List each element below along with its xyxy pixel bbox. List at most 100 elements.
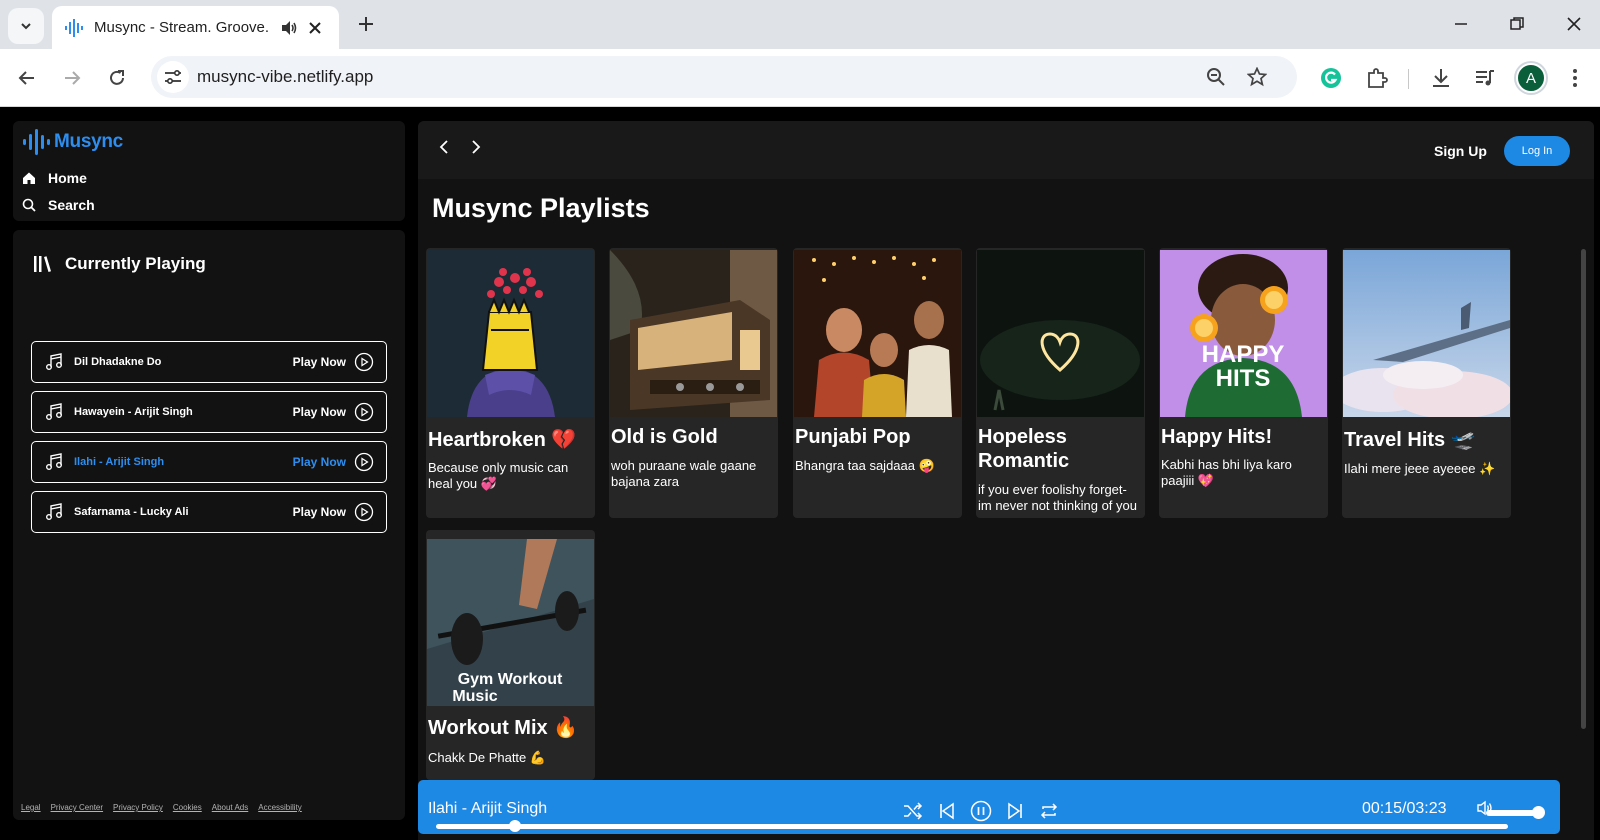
playlist-description: woh puraane wale gaane bajana zara bbox=[611, 458, 757, 489]
reload-icon bbox=[110, 70, 124, 85]
main-content: Sign Up Log In Musync Playlists Heartbro… bbox=[418, 121, 1594, 840]
window-close-button[interactable] bbox=[1559, 9, 1589, 39]
playlist-cover bbox=[427, 250, 594, 417]
currently-playing-label: Currently Playing bbox=[65, 254, 206, 273]
sign-up-button[interactable]: Sign Up bbox=[1434, 143, 1487, 159]
next-button[interactable] bbox=[1002, 798, 1028, 824]
queue-music-icon bbox=[1476, 70, 1494, 86]
footer-link-privacy-center[interactable]: Privacy Center bbox=[51, 803, 103, 812]
footer-link-about-ads[interactable]: About Ads bbox=[212, 803, 248, 812]
play-now-button[interactable]: Play Now bbox=[293, 405, 346, 419]
play-now-button[interactable]: Play Now bbox=[293, 455, 346, 469]
playlist-title: Workout Mix 🔥 bbox=[428, 717, 579, 739]
profile-avatar[interactable]: A bbox=[1516, 63, 1546, 93]
home-icon bbox=[23, 172, 35, 184]
volume-slider-handle[interactable] bbox=[1532, 806, 1546, 819]
chevron-left-icon bbox=[439, 140, 448, 154]
footer-link-cookies[interactable]: Cookies bbox=[173, 803, 202, 812]
forward-button[interactable] bbox=[57, 63, 87, 93]
play-circle-icon[interactable] bbox=[354, 452, 374, 472]
footer-links: Legal Privacy Center Privacy Policy Cook… bbox=[21, 803, 302, 812]
playlist-card[interactable]: Hopeless Romantic if you ever foolishy f… bbox=[976, 248, 1145, 518]
song-item[interactable]: Hawayein - Arijit Singh Play Now bbox=[31, 391, 387, 433]
log-in-button[interactable]: Log In bbox=[1504, 136, 1570, 166]
new-tab-button[interactable] bbox=[352, 10, 380, 38]
song-name: Hawayein - Arijit Singh bbox=[74, 406, 193, 418]
player-time: 00:15/03:23 bbox=[1362, 800, 1447, 817]
song-name: Ilahi - Arijit Singh bbox=[74, 456, 165, 468]
arrow-right-icon bbox=[65, 71, 81, 85]
chevron-right-icon bbox=[472, 140, 481, 154]
back-button[interactable] bbox=[12, 63, 42, 93]
playlist-card[interactable]: Old is Gold woh puraane wale gaane bajan… bbox=[609, 248, 778, 518]
sidebar-nav: Musync Home Search bbox=[13, 121, 405, 221]
playlist-title: Happy Hits! bbox=[1161, 426, 1273, 448]
scrollbar[interactable] bbox=[1581, 249, 1586, 729]
play-circle-icon[interactable] bbox=[354, 352, 374, 372]
playlist-title: Punjabi Pop bbox=[795, 426, 911, 448]
site-info-button[interactable] bbox=[157, 61, 189, 93]
grammarly-extension-button[interactable] bbox=[1316, 63, 1346, 93]
restore-button[interactable] bbox=[1502, 9, 1532, 39]
playlist-card[interactable]: Heartbroken 💔 Because only music can hea… bbox=[426, 248, 595, 518]
footer-link-legal[interactable]: Legal bbox=[21, 803, 41, 812]
play-now-button[interactable]: Play Now bbox=[293, 355, 346, 369]
footer-link-accessibility[interactable]: Accessibility bbox=[258, 803, 302, 812]
skip-next-icon bbox=[1008, 802, 1022, 820]
music-note-icon bbox=[46, 353, 62, 370]
heartbroken-cover-image bbox=[427, 250, 594, 417]
playlist-card[interactable]: Punjabi Pop Bhangra taa sajdaaa 🤪 bbox=[793, 248, 962, 518]
repeat-icon bbox=[1040, 803, 1058, 819]
zoom-out-icon bbox=[1207, 68, 1225, 86]
library-icon bbox=[34, 256, 51, 272]
previous-button[interactable] bbox=[934, 798, 960, 824]
playlist-description: if you ever foolishy forget- im never no… bbox=[978, 482, 1137, 513]
play-circle-icon[interactable] bbox=[354, 402, 374, 422]
player-track-title: Ilahi - Arijit Singh bbox=[428, 800, 548, 817]
playlist-description: Chakk De Phatte 💪 bbox=[428, 750, 547, 765]
pause-button[interactable] bbox=[968, 798, 994, 824]
downloads-button[interactable] bbox=[1426, 63, 1456, 93]
logo[interactable]: Musync bbox=[22, 129, 123, 155]
shuffle-button[interactable] bbox=[900, 798, 926, 824]
tab-search-button[interactable] bbox=[8, 8, 44, 44]
close-icon[interactable] bbox=[308, 21, 322, 35]
musync-favicon-icon bbox=[65, 18, 83, 37]
close-icon bbox=[1567, 17, 1581, 31]
browser-menu-button[interactable] bbox=[1560, 63, 1590, 93]
song-item[interactable]: Safarnama - Lucky Ali Play Now bbox=[31, 491, 387, 533]
history-forward-button[interactable] bbox=[464, 135, 488, 159]
minimize-button[interactable] bbox=[1446, 9, 1476, 39]
browser-tab[interactable]: Musync - Stream. Groove. R bbox=[52, 6, 339, 49]
skip-previous-icon bbox=[940, 802, 954, 820]
playlist-card[interactable]: HAPPY HITS Happy Hits! Kabhi has bhi liy… bbox=[1159, 248, 1328, 518]
song-item[interactable]: Dil Dhadakne Do Play Now bbox=[31, 341, 387, 383]
history-back-button[interactable] bbox=[432, 135, 456, 159]
hopeless-romantic-cover-image bbox=[977, 250, 1144, 417]
footer-link-privacy-policy[interactable]: Privacy Policy bbox=[113, 803, 163, 812]
arrow-left-icon bbox=[18, 71, 34, 85]
song-item-active[interactable]: Ilahi - Arijit Singh Play Now bbox=[31, 441, 387, 483]
workout-mix-cover-image: Gym Workout Music bbox=[427, 539, 594, 706]
address-bar[interactable]: musync-vibe.netlify.app bbox=[151, 56, 1297, 98]
nav-search-label: Search bbox=[48, 197, 95, 213]
speaker-icon[interactable] bbox=[280, 20, 298, 36]
nav-search[interactable]: Search bbox=[22, 197, 95, 213]
playlist-title: Old is Gold bbox=[611, 426, 718, 448]
playlist-card[interactable]: Gym Workout Music Workout Mix 🔥 Chakk De… bbox=[426, 530, 595, 780]
music-note-icon bbox=[46, 403, 62, 420]
media-control-button[interactable] bbox=[1470, 63, 1500, 93]
bookmark-button[interactable] bbox=[1244, 64, 1270, 90]
progress-handle[interactable] bbox=[509, 820, 522, 832]
star-icon bbox=[1247, 67, 1267, 87]
repeat-button[interactable] bbox=[1036, 798, 1062, 824]
play-circle-icon[interactable] bbox=[354, 502, 374, 522]
playlist-card[interactable]: Travel Hits 🛫 Ilahi mere jeee ayeeee ✨ bbox=[1342, 248, 1511, 518]
progress-bar[interactable] bbox=[436, 824, 1508, 829]
nav-home[interactable]: Home bbox=[22, 170, 87, 186]
zoom-button[interactable] bbox=[1203, 64, 1229, 90]
nav-home-label: Home bbox=[48, 170, 87, 186]
extensions-button[interactable] bbox=[1362, 63, 1392, 93]
reload-button[interactable] bbox=[102, 63, 132, 93]
play-now-button[interactable]: Play Now bbox=[293, 505, 346, 519]
